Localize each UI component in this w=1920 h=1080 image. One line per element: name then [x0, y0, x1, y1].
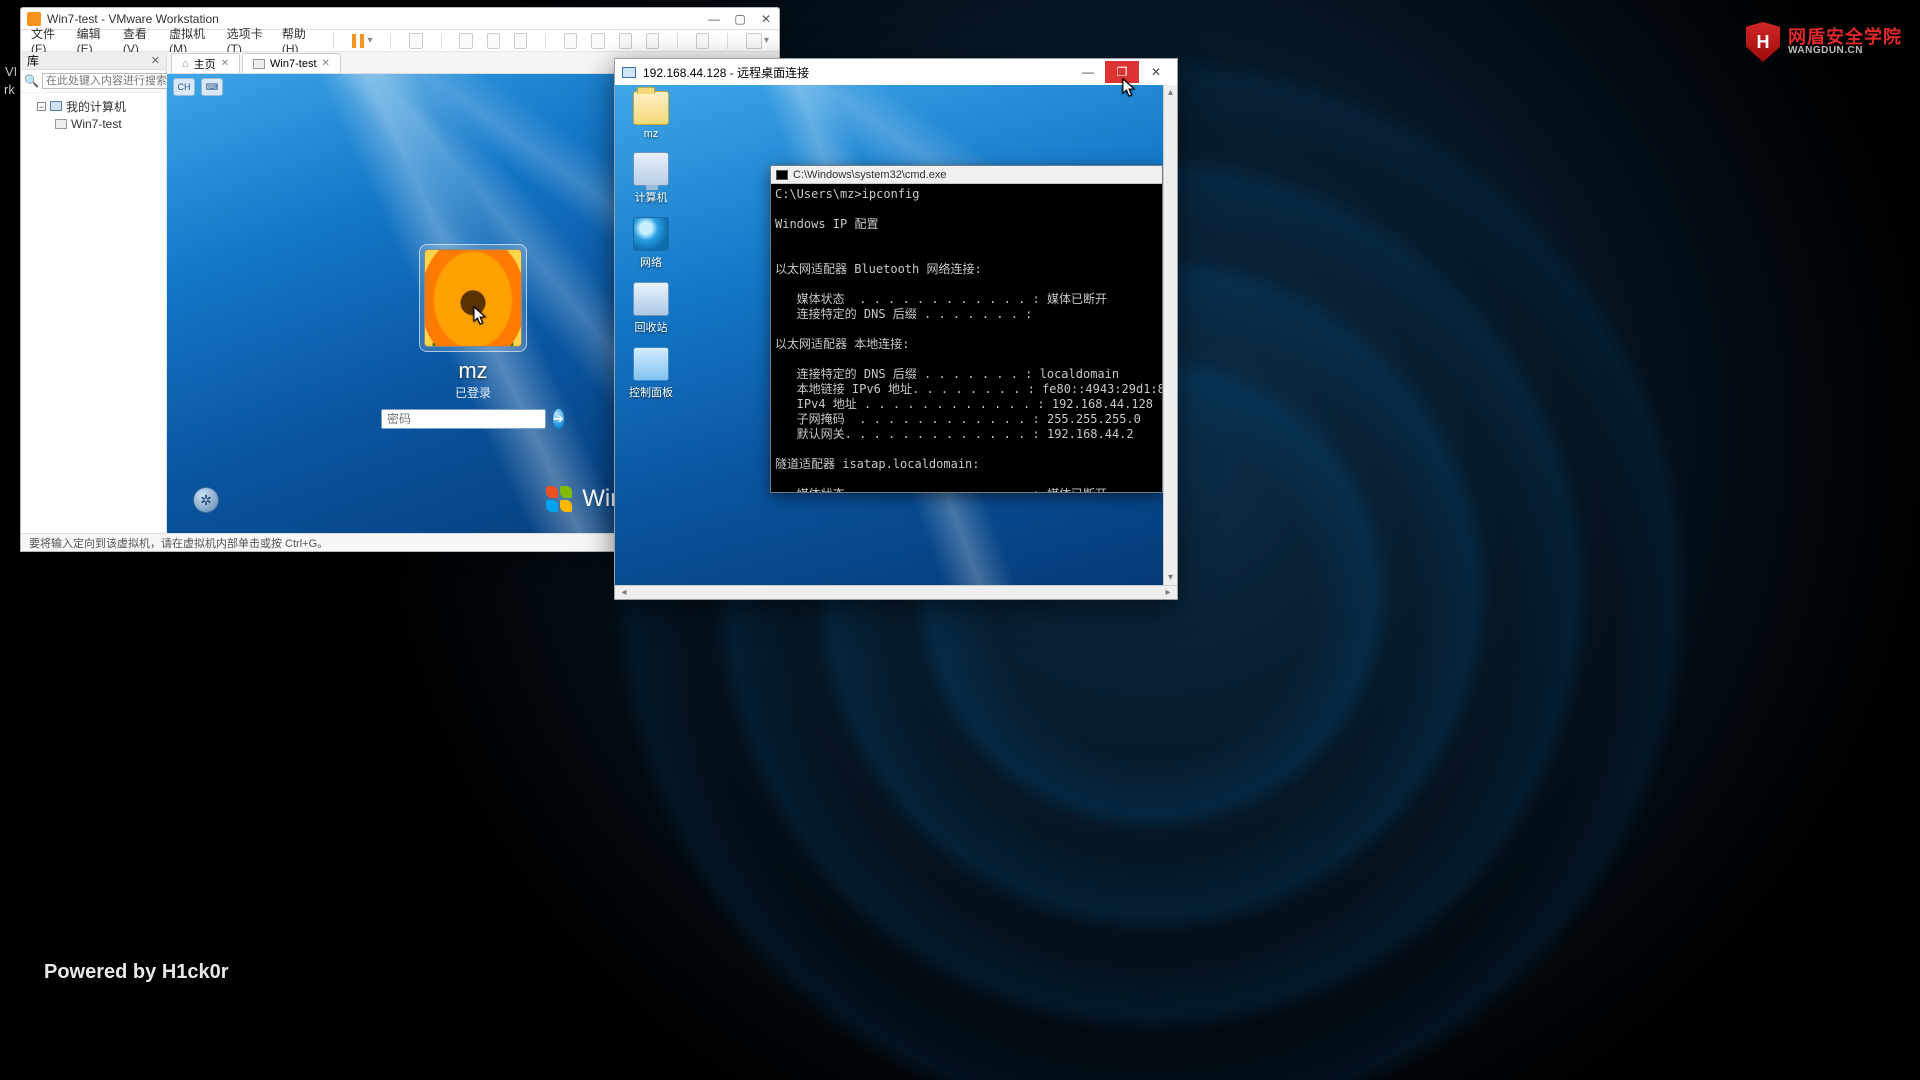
library-close-icon[interactable]: ✕	[151, 54, 160, 67]
home-icon: ⌂	[182, 58, 189, 70]
vertical-scrollbar[interactable]: ▴ ▾	[1163, 85, 1177, 585]
tab-vm-label: Win7-test	[270, 58, 316, 70]
cmd-output: C:\Users\mz>ipconfig Windows IP 配置 以太网适配…	[771, 184, 1162, 492]
tab-vm[interactable]: Win7-test ✕	[242, 53, 341, 73]
horizontal-scrollbar[interactable]: ◂ ▸	[615, 585, 1177, 599]
rdp-client-area[interactable]: mz 计算机网络回收站控制面板 C:\Windows\system32\cmd.e…	[615, 85, 1177, 585]
desktop-icon-label: 网络	[623, 254, 679, 270]
guest-lang-indicator[interactable]: CH	[173, 78, 195, 96]
tree-root-my-computer[interactable]: − 我的计算机	[27, 97, 160, 115]
mz-icon	[633, 91, 669, 125]
scroll-down-icon[interactable]: ▾	[1168, 572, 1173, 583]
login-status: 已登录	[383, 384, 563, 401]
brand-watermark: H 网盾安全学院 WANGDUN.CN	[1746, 22, 1902, 62]
tab-close-icon[interactable]: ✕	[221, 58, 229, 69]
minimize-button[interactable]: —	[707, 12, 721, 26]
rdp-titlebar[interactable]: 192.168.44.128 - 远程桌面连接 — ❐ ✕	[615, 59, 1177, 85]
tree-vm-label: Win7-test	[71, 117, 122, 131]
tree-vm-item[interactable]: Win7-test	[27, 115, 160, 133]
recycle-icon	[633, 282, 669, 316]
win7-login-panel: mz 已登录 ➔	[383, 244, 563, 430]
toolbar-icon[interactable]	[514, 33, 527, 49]
control-icon	[633, 347, 669, 381]
vm-icon	[253, 59, 265, 69]
rdp-title: 192.168.44.128 - 远程桌面连接	[643, 64, 809, 81]
desktop-icon-recycle[interactable]: 回收站	[623, 282, 679, 335]
library-sidebar: 库 ✕ 🔍 ▾ − 我的计算机 Win7-test	[21, 52, 167, 533]
background-text-fragment: rk	[4, 82, 15, 97]
user-avatar-frame	[419, 244, 527, 352]
tab-home[interactable]: ⌂ 主页 ✕	[171, 53, 240, 73]
login-submit-button[interactable]: ➔	[552, 408, 565, 430]
rdp-window: 192.168.44.128 - 远程桌面连接 — ❐ ✕ mz 计算机网络回收站…	[614, 58, 1178, 600]
scroll-right-icon[interactable]: ▸	[1161, 587, 1175, 598]
guest-keyboard-icon[interactable]: ⌨	[201, 78, 223, 96]
close-button[interactable]: ✕	[759, 12, 773, 26]
toolbar-dropdown[interactable]: ▾	[746, 33, 769, 49]
computer-icon	[633, 152, 669, 186]
separator	[727, 33, 728, 49]
tree-collapse-icon[interactable]: −	[37, 102, 46, 111]
brand-shield-icon: H	[1746, 22, 1780, 62]
cmd-icon	[776, 170, 788, 180]
desktop-icon-label: 回收站	[623, 319, 679, 335]
remote-desktop[interactable]: mz 计算机网络回收站控制面板 C:\Windows\system32\cmd.e…	[615, 85, 1163, 585]
desktop-icon-network[interactable]: 网络	[623, 217, 679, 270]
separator	[677, 33, 678, 49]
ease-of-access-button[interactable]: ✲	[193, 487, 219, 513]
computer-icon	[50, 101, 62, 111]
rdp-icon	[622, 67, 636, 78]
separator	[333, 33, 334, 49]
toolbar-icon[interactable]	[619, 33, 632, 49]
scroll-left-icon[interactable]: ◂	[617, 587, 631, 598]
cmd-window[interactable]: C:\Windows\system32\cmd.exe C:\Users\mz>…	[770, 165, 1163, 493]
desktop-icon-mz[interactable]: mz	[623, 91, 679, 140]
tree-root-label: 我的计算机	[66, 98, 126, 115]
vmware-app-icon	[27, 12, 41, 26]
close-button[interactable]: ✕	[1139, 61, 1173, 83]
scroll-up-icon[interactable]: ▴	[1168, 87, 1173, 98]
toolbar-icon[interactable]	[459, 33, 472, 49]
toolbar-icon[interactable]	[487, 33, 500, 49]
toolbar-icon[interactable]	[564, 33, 577, 49]
desktop-icon-computer[interactable]: 计算机	[623, 152, 679, 205]
windows-flag-icon	[546, 486, 572, 512]
user-avatar	[424, 249, 522, 347]
desktop-icon-label: 计算机	[623, 189, 679, 205]
toolbar-icon[interactable]	[646, 33, 659, 49]
suspend-button[interactable]: ▾	[351, 34, 372, 48]
desktop-icon-label: mz	[623, 128, 679, 140]
maximize-button[interactable]: ▢	[733, 12, 747, 26]
minimize-button[interactable]: —	[1071, 61, 1105, 83]
toolbar-icon[interactable]	[591, 33, 604, 49]
search-icon: 🔍	[24, 74, 39, 88]
page-footer-text: Powered by H1ck0r	[44, 961, 229, 984]
separator	[441, 33, 442, 49]
toolbar-snapshot-icon[interactable]	[409, 33, 422, 49]
library-title: 库	[27, 52, 39, 69]
background-text-fragment: VI	[5, 64, 17, 79]
restore-button[interactable]: ❐	[1105, 61, 1139, 83]
toolbar-icon[interactable]	[696, 33, 709, 49]
vmware-menubar: 文件(F) 编辑(E) 查看(V) 虚拟机(M) 选项卡(T) 帮助(H) ▾ …	[21, 30, 779, 52]
tab-home-label: 主页	[194, 56, 216, 72]
brand-name-cn: 网盾安全学院	[1788, 28, 1902, 46]
desktop-icon-control[interactable]: 控制面板	[623, 347, 679, 400]
cmd-titlebar[interactable]: C:\Windows\system32\cmd.exe	[771, 166, 1162, 184]
password-input[interactable]	[381, 409, 546, 429]
cmd-title: C:\Windows\system32\cmd.exe	[793, 169, 946, 181]
separator	[545, 33, 546, 49]
tab-close-icon[interactable]: ✕	[322, 58, 330, 69]
network-icon	[633, 217, 669, 251]
vmware-title: Win7-test - VMware Workstation	[47, 12, 219, 26]
desktop-icon-label: 控制面板	[623, 384, 679, 400]
separator	[390, 33, 391, 49]
brand-name-en: WANGDUN.CN	[1788, 46, 1902, 56]
vm-icon	[55, 119, 67, 129]
login-username: mz	[383, 358, 563, 384]
